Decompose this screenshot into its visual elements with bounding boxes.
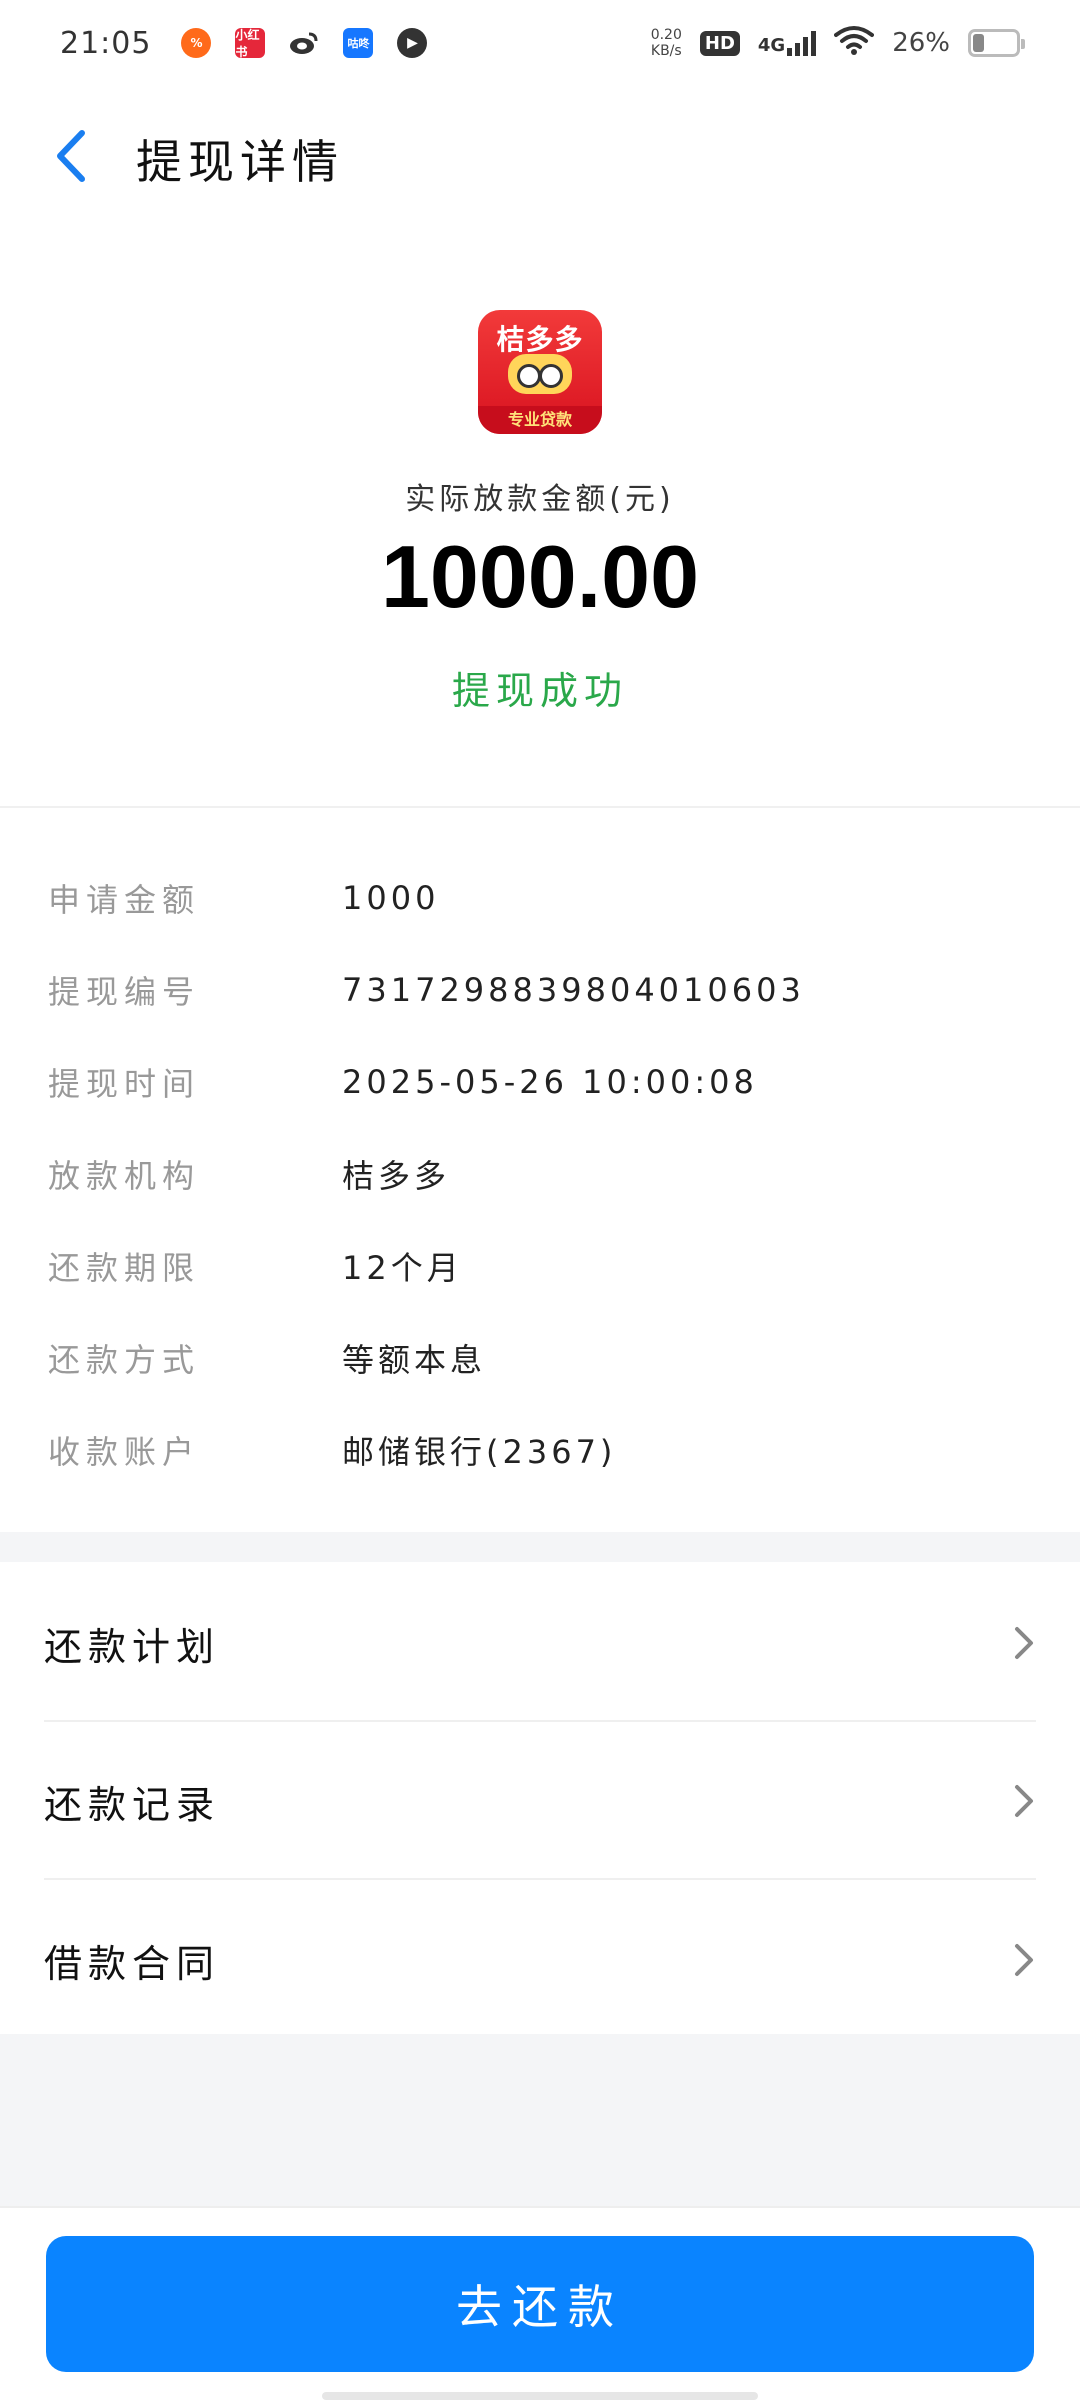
amount-summary: 桔多多 专业贷款 实际放款金额(元) 1000.00 提现成功: [0, 226, 1080, 806]
detail-list: 申请金额 1000 提现编号 7317298839804010603 提现时间 …: [0, 806, 1080, 1532]
network-speed: 0.20 KB/s: [651, 27, 682, 59]
xiaohongshu-app-icon: 小红书: [235, 28, 266, 59]
amount-label: 实际放款金额(元): [405, 482, 675, 517]
repayment-plan-item[interactable]: 还款计划: [44, 1566, 1036, 1722]
status-bar: 21:05 % 小红书 咕咚 ▶ 0.20 KB/s HD 4G 26%: [0, 0, 1080, 86]
network-type: 4G: [757, 35, 786, 56]
detail-row-repayment-method: 还款方式 等额本息: [48, 1328, 1032, 1388]
home-indicator[interactable]: [322, 2392, 758, 2400]
detail-value: 邮储银行(2367): [342, 1433, 617, 1471]
detail-row-withdrawal-number: 提现编号 7317298839804010603: [48, 960, 1032, 1020]
go-repay-button[interactable]: 去还款: [46, 2236, 1034, 2372]
detail-label: 提现编号: [48, 973, 201, 1011]
detail-label: 还款方式: [48, 1341, 201, 1379]
page-title: 提现详情: [136, 135, 344, 189]
chevron-left-icon: [57, 130, 85, 182]
logo-name: 桔多多: [496, 323, 584, 356]
repayment-record-item[interactable]: 还款记录: [44, 1724, 1036, 1880]
action-list: 还款计划 还款记录 借款合同: [0, 1562, 1080, 2034]
detail-label: 收款账户: [48, 1433, 201, 1471]
amount-value: 1000.00: [380, 527, 700, 626]
back-button[interactable]: [42, 126, 98, 186]
withdrawal-detail-page: 21:05 % 小红书 咕咚 ▶ 0.20 KB/s HD 4G 26% 提现详…: [0, 0, 1080, 2400]
chevron-right-icon: [1015, 1627, 1033, 1659]
logo-mascot: [508, 354, 572, 394]
detail-label: 申请金额: [48, 881, 201, 919]
chevron-right-icon: [1015, 1944, 1033, 1976]
logo-tag: 专业贷款: [478, 406, 602, 434]
weibo-icon: [289, 28, 320, 58]
detail-row-apply-amount: 申请金额 1000: [48, 868, 1032, 928]
hd-badge: HD: [699, 30, 740, 56]
play-icon: ▶: [397, 28, 428, 58]
detail-value: 桔多多: [342, 1157, 451, 1195]
status-right: 0.20 KB/s HD 4G 26%: [651, 25, 1025, 62]
nav-label: 借款合同: [44, 1941, 221, 1986]
network-speed-value: 0.20: [650, 27, 682, 43]
app-header: 提现详情: [0, 86, 1080, 226]
detail-value: 7317298839804010603: [342, 971, 805, 1009]
bottom-action-bar: 去还款: [0, 2206, 1080, 2400]
status-left: 21:05 % 小红书 咕咚 ▶: [60, 25, 428, 61]
detail-value: 1000: [342, 879, 440, 917]
withdrawal-status: 提现成功: [451, 669, 628, 713]
detail-row-receiving-account: 收款账户 邮储银行(2367): [48, 1420, 1032, 1480]
detail-label: 放款机构: [48, 1157, 201, 1195]
status-time: 21:05: [60, 25, 152, 61]
notification-app-icon: %: [181, 28, 212, 58]
detail-label: 提现时间: [48, 1065, 201, 1103]
detail-row-withdrawal-time: 提现时间 2025-05-26 10:00:08: [48, 1052, 1032, 1112]
loan-contract-item[interactable]: 借款合同: [44, 1882, 1036, 2038]
wifi-icon: [834, 25, 875, 62]
detail-value: 2025-05-26 10:00:08: [342, 1063, 758, 1101]
gudong-app-icon: 咕咚: [343, 28, 374, 58]
battery-percent: 26%: [892, 28, 950, 58]
detail-label: 还款期限: [48, 1249, 201, 1287]
detail-value: 等额本息: [342, 1341, 487, 1379]
battery-icon: [968, 29, 1025, 57]
chevron-right-icon: [1015, 1785, 1033, 1817]
app-logo: 桔多多 专业贷款: [478, 310, 602, 434]
detail-value: 12个月: [342, 1249, 463, 1287]
nav-label: 还款记录: [44, 1782, 221, 1827]
nav-label: 还款计划: [44, 1624, 221, 1669]
detail-row-repayment-term: 还款期限 12个月: [48, 1236, 1032, 1296]
cellular-signal-icon: 4G: [757, 30, 817, 56]
network-speed-unit: KB/s: [650, 43, 682, 59]
detail-row-lender: 放款机构 桔多多: [48, 1144, 1032, 1204]
